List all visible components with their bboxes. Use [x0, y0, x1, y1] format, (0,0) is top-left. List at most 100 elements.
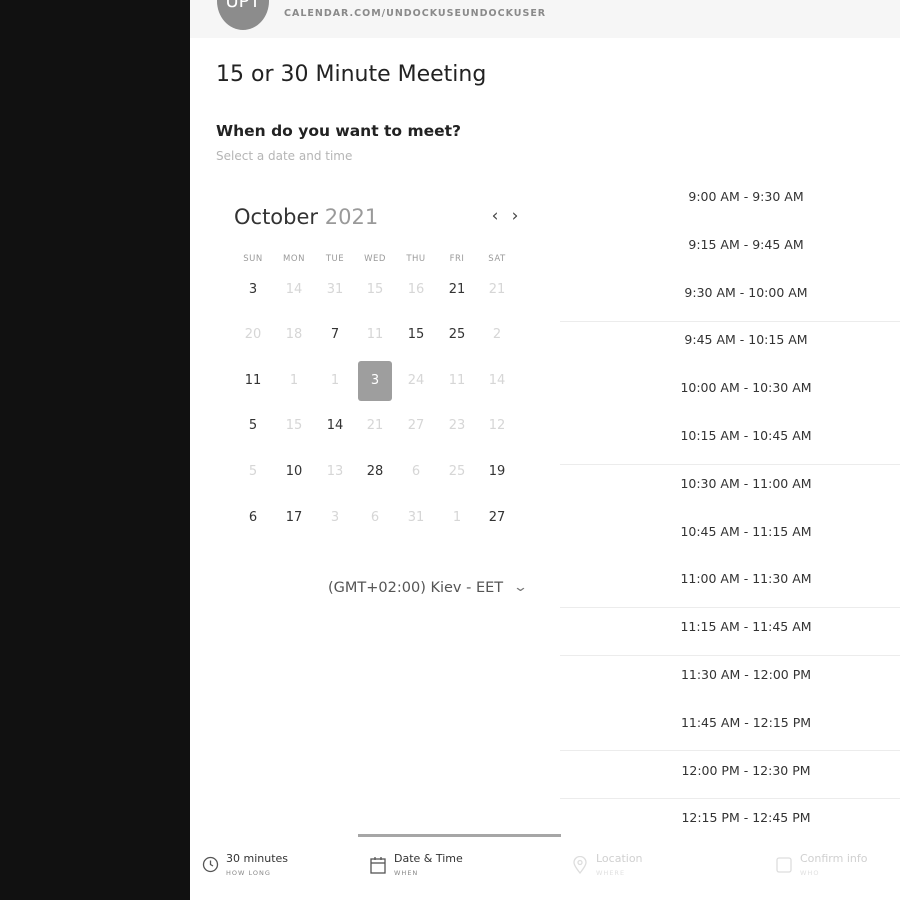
weekday-tue: TUE [325, 254, 345, 264]
slot-divider [560, 464, 900, 465]
step-tab-who[interactable]: Confirm info WHO [776, 840, 900, 890]
calendar-month: October [234, 205, 319, 229]
time-slot[interactable]: 9:00 AM - 9:30 AM [660, 189, 832, 204]
calendar-day[interactable]: 17 [277, 498, 311, 538]
calendar-day: 1 [330, 373, 340, 388]
calendar-month-label: October 2021 [234, 205, 378, 229]
step-sublabel: HOW LONG [226, 869, 271, 877]
calendar-day: 1 [289, 373, 299, 388]
avatar-initials: UPT [225, 0, 261, 12]
calendar-day: 6 [370, 510, 380, 525]
calendar-day: 20 [244, 327, 262, 342]
calendar-day: 25 [448, 464, 466, 479]
slot-divider [560, 321, 900, 322]
slot-divider [560, 655, 900, 656]
calendar-day[interactable]: 5 [236, 406, 270, 446]
calendar-day[interactable]: 27 [480, 498, 514, 538]
step-sublabel: WHEN [394, 869, 419, 877]
slot-divider [560, 750, 900, 751]
calendar-day: 21 [366, 418, 384, 433]
calendar-day: 11 [366, 327, 384, 342]
time-slot[interactable]: 10:15 AM - 10:45 AM [660, 428, 832, 443]
active-step-indicator [358, 834, 561, 837]
step-sublabel: WHO [800, 869, 820, 877]
calendar-day-selected[interactable]: 3 [358, 361, 392, 401]
header: UPT CALENDAR.COM/UNDOCKUSEUNDOCKUSER [190, 0, 900, 38]
step-tab-when[interactable]: Date & Time WHEN [370, 840, 550, 890]
slot-divider [560, 607, 900, 608]
weekday-mon: MON [283, 254, 305, 264]
calendar-day[interactable]: 14 [318, 406, 352, 446]
time-slot[interactable]: 12:00 PM - 12:30 PM [660, 763, 832, 778]
calendar-day: 14 [285, 282, 303, 297]
calendar-day: 21 [488, 282, 506, 297]
chevron-down-icon[interactable]: ⌄ [513, 580, 528, 595]
calendar-day: 27 [407, 418, 425, 433]
calendar-day[interactable]: 3 [236, 270, 270, 310]
avatar: UPT [217, 0, 269, 30]
booking-panel: UPT CALENDAR.COM/UNDOCKUSEUNDOCKUSER 15 … [190, 0, 900, 900]
calendar-day[interactable]: 19 [480, 452, 514, 492]
step-label: Confirm info [800, 852, 868, 865]
calendar-day: 24 [407, 373, 425, 388]
calendar-day: 18 [285, 327, 303, 342]
calendar-day: 12 [488, 418, 506, 433]
weekday-wed: WED [364, 254, 386, 264]
time-slot[interactable]: 12:15 PM - 12:45 PM [660, 810, 832, 825]
chevron-left-icon[interactable]: ‹ [488, 206, 502, 226]
calendar-day[interactable]: 28 [358, 452, 392, 492]
calendar-day[interactable]: 21 [440, 270, 474, 310]
weekday-fri: FRI [449, 254, 465, 264]
when-instruction: Select a date and time [216, 149, 353, 163]
map-pin-icon [572, 855, 588, 875]
calendar-day: 2 [492, 327, 502, 342]
time-slot[interactable]: 10:45 AM - 11:15 AM [660, 524, 832, 539]
calendar-day: 1 [452, 510, 462, 525]
step-label: 30 minutes [226, 852, 289, 865]
calendar-day: 14 [488, 373, 506, 388]
calendar-day: 15 [366, 282, 384, 297]
calendar-day[interactable]: 6 [236, 498, 270, 538]
weekday-sat: SAT [488, 254, 506, 264]
calendar-icon [370, 856, 386, 874]
time-slot[interactable]: 11:00 AM - 11:30 AM [660, 571, 832, 586]
time-slot[interactable]: 10:00 AM - 10:30 AM [660, 380, 832, 395]
header-url[interactable]: CALENDAR.COM/UNDOCKUSEUNDOCKUSER [284, 8, 546, 19]
calendar-day: 13 [326, 464, 344, 479]
clock-icon [202, 856, 219, 874]
calendar-day[interactable]: 10 [277, 452, 311, 492]
calendar-day: 31 [407, 510, 425, 525]
checkbox-icon [776, 856, 792, 874]
weekday-sun: SUN [243, 254, 263, 264]
time-slot[interactable]: 10:30 AM - 11:00 AM [660, 476, 832, 491]
page-title: 15 or 30 Minute Meeting [216, 62, 487, 87]
step-tab-where[interactable]: Location WHERE [572, 840, 752, 890]
weekday-thu: THU [406, 254, 426, 264]
time-slot[interactable]: 11:45 AM - 12:15 PM [660, 715, 832, 730]
calendar-day[interactable]: 25 [440, 315, 474, 355]
calendar-day[interactable]: 11 [236, 361, 270, 401]
step-label: Location [596, 852, 643, 865]
when-heading: When do you want to meet? [216, 122, 462, 140]
timezone-select[interactable]: (GMT+02:00) Kiev - EET [328, 580, 503, 596]
calendar-day[interactable]: 15 [399, 315, 433, 355]
calendar-day: 11 [448, 373, 466, 388]
time-slot[interactable]: 11:30 AM - 12:00 PM [660, 667, 832, 682]
calendar-day[interactable]: 7 [318, 315, 352, 355]
chevron-right-icon[interactable]: › [508, 206, 522, 226]
time-slot[interactable]: 9:45 AM - 10:15 AM [660, 332, 832, 347]
calendar-day: 3 [330, 510, 340, 525]
calendar-day: 5 [248, 464, 258, 479]
step-label: Date & Time [394, 852, 463, 865]
time-slot[interactable]: 11:15 AM - 11:45 AM [660, 619, 832, 634]
calendar-year: 2021 [324, 205, 379, 229]
calendar-day: 31 [326, 282, 344, 297]
calendar-day: 6 [411, 464, 421, 479]
step-sublabel: WHERE [596, 869, 626, 877]
calendar-day: 23 [448, 418, 466, 433]
time-slot[interactable]: 9:15 AM - 9:45 AM [660, 237, 832, 252]
step-tab-how-long[interactable]: 30 minutes HOW LONG [202, 840, 382, 890]
slot-divider [560, 798, 900, 799]
time-slot[interactable]: 9:30 AM - 10:00 AM [660, 285, 832, 300]
calendar-day: 15 [285, 418, 303, 433]
